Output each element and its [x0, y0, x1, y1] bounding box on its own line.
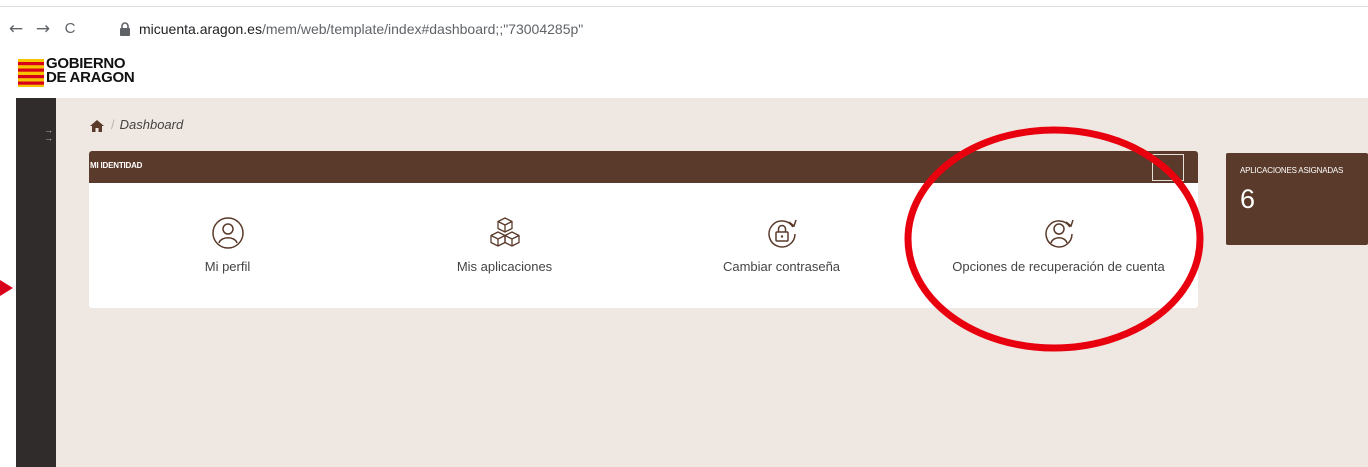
card-expand-button[interactable]: ›: [1152, 154, 1184, 181]
sidebar: → →: [16, 98, 56, 467]
forward-button[interactable]: →: [33, 19, 53, 39]
site-header: GOBIERNO DE ARAGON: [0, 42, 1368, 98]
cubes-icon: [489, 217, 520, 247]
assigned-apps-widget[interactable]: APLICACIONES ASIGNADAS 6: [1226, 153, 1368, 245]
gobierno-aragon-logo[interactable]: GOBIERNO DE ARAGON: [18, 56, 168, 91]
lock-refresh-icon: [767, 219, 797, 248]
browser-toolbar: ← → C micuenta.aragon.es/mem/web/templat…: [0, 0, 1368, 42]
reload-button[interactable]: C: [60, 19, 80, 39]
apps-count: 6: [1240, 184, 1256, 214]
breadcrumb-current: Dashboard: [119, 117, 184, 132]
logo-line-2: DE ARAGON: [46, 69, 135, 86]
aragon-flag-icon: [18, 59, 44, 87]
breadcrumb-separator: /: [111, 117, 115, 132]
url-host: micuenta.aragon.es: [139, 21, 262, 37]
tile-mis-aplicaciones[interactable]: Mis aplicaciones: [366, 183, 643, 308]
identity-tiles: Mi perfil Mis aplicaciones Cambiar contr…: [89, 183, 1198, 308]
home-icon[interactable]: [90, 119, 104, 132]
tile-label: Cambiar contraseña: [722, 259, 841, 274]
main-content: →→ / Dashboard MI IDENTIDAD › Mi perfil: [0, 98, 1368, 467]
identity-card: MI IDENTIDAD › Mi perfil Mis aplicacione…: [89, 151, 1198, 308]
sidebar-toggle-icon[interactable]: → →: [44, 126, 53, 143]
user-refresh-icon: [1044, 219, 1074, 248]
lock-icon: [120, 22, 130, 36]
tile-mi-perfil[interactable]: Mi perfil: [89, 183, 366, 308]
user-circle-icon: [211, 217, 244, 249]
logo-text: GOBIERNO DE ARAGON: [46, 56, 135, 86]
annotation-arrow-icon: [0, 280, 13, 296]
tab-strip: [0, 0, 1368, 8]
card-title: MI IDENTIDAD: [90, 161, 143, 170]
tile-cambiar-contrasena[interactable]: Cambiar contraseña: [643, 183, 920, 308]
tile-label: Mis aplicaciones: [456, 259, 553, 274]
card-header: MI IDENTIDAD ›: [89, 151, 1198, 183]
back-button[interactable]: ←: [6, 19, 26, 39]
breadcrumb: / Dashboard: [90, 117, 183, 133]
tile-opciones-recuperacion[interactable]: Opciones de recuperación de cuenta: [920, 183, 1197, 308]
tile-label: Mi perfil: [204, 259, 251, 274]
apps-widget-title: APLICACIONES ASIGNADAS: [1240, 166, 1344, 175]
address-bar[interactable]: micuenta.aragon.es/mem/web/template/inde…: [139, 19, 583, 39]
tile-label: Opciones de recuperación de cuenta: [952, 259, 1165, 274]
url-path: /mem/web/template/index#dashboard;;"7300…: [261, 21, 584, 37]
